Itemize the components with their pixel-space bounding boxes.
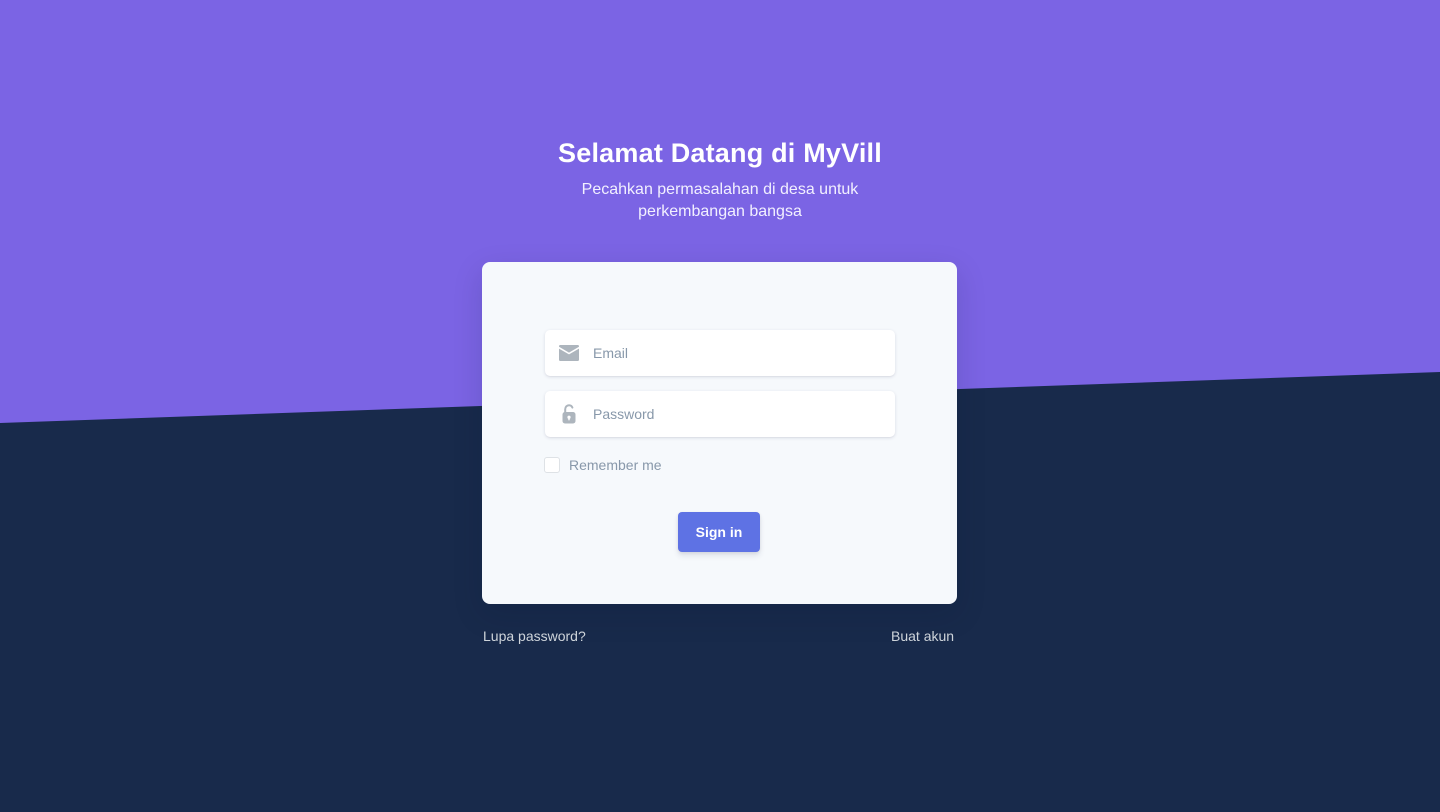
- login-card: Remember me Sign in: [482, 262, 957, 604]
- forgot-password-link[interactable]: Lupa password?: [483, 626, 586, 646]
- lock-open-icon: [558, 404, 580, 424]
- password-field-group[interactable]: [545, 391, 895, 437]
- login-page: Selamat Datang di MyVill Pecahkan permas…: [0, 0, 1440, 812]
- create-account-link[interactable]: Buat akun: [891, 626, 954, 646]
- email-field-group[interactable]: [545, 330, 895, 376]
- checkbox-box[interactable]: [544, 457, 560, 473]
- hero-section: Selamat Datang di MyVill Pecahkan permas…: [0, 136, 1440, 223]
- page-title: Selamat Datang di MyVill: [558, 138, 882, 168]
- remember-me-checkbox[interactable]: Remember me: [544, 457, 662, 473]
- password-input[interactable]: [593, 391, 883, 437]
- remember-me-label: Remember me: [569, 457, 662, 473]
- sign-in-button[interactable]: Sign in: [678, 512, 760, 552]
- page-subtitle: Pecahkan permasalahan di desa untuk perk…: [581, 181, 859, 220]
- envelope-icon: [558, 343, 580, 363]
- email-input[interactable]: [593, 330, 883, 376]
